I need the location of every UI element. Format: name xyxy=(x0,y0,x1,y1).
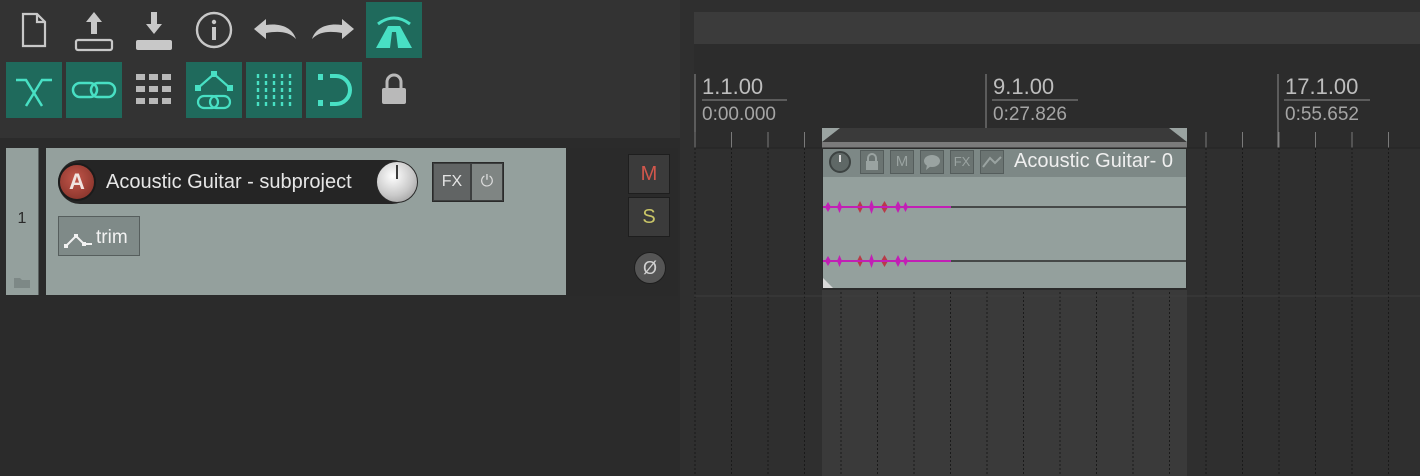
ripple-edit-icon xyxy=(318,74,352,106)
waveform-channel-left xyxy=(823,200,951,214)
ruler-time-label: 0:00.000 xyxy=(702,104,776,125)
track-number: 1 xyxy=(17,210,27,227)
volume-knob-indicator xyxy=(396,165,398,179)
project-info-icon xyxy=(195,11,233,49)
metronome-road-icon xyxy=(376,16,412,48)
grid-view-button[interactable] xyxy=(126,62,182,118)
trim-label: trim xyxy=(96,227,128,248)
auto-crossfade-icon xyxy=(16,78,52,107)
ruler-time-label: 0:55.652 xyxy=(1285,104,1359,125)
phase-invert-button[interactable]: Ø xyxy=(634,252,666,284)
redo-button[interactable] xyxy=(306,2,362,58)
item-grouping-button[interactable] xyxy=(66,62,122,118)
item-notes-icon[interactable] xyxy=(920,150,944,174)
item-mute-icon[interactable]: M xyxy=(890,150,914,174)
folder-icon[interactable] xyxy=(14,276,30,288)
mute-button[interactable]: M xyxy=(628,154,670,194)
metronome-button[interactable] xyxy=(366,2,422,58)
save-project-button[interactable] xyxy=(126,2,182,58)
envelope-icon xyxy=(64,234,92,248)
undo-icon xyxy=(254,19,296,39)
lock-icon xyxy=(382,73,406,104)
redo-icon xyxy=(312,19,354,39)
snap-grid-icon xyxy=(256,74,292,106)
item-fx-icon[interactable]: FX xyxy=(950,150,974,174)
undo-button[interactable] xyxy=(246,2,302,58)
item-envelope-icon[interactable] xyxy=(980,150,1004,174)
ruler-measure-label: 9.1.00 xyxy=(993,74,1055,99)
snap-grid-button[interactable] xyxy=(246,62,302,118)
project-info-button[interactable] xyxy=(186,2,242,58)
envelope-points-icon xyxy=(195,71,233,110)
ruler-time-label: 0:27.826 xyxy=(993,104,1067,125)
solo-button[interactable]: S xyxy=(628,197,670,237)
ruler-measure-label: 1.1.00 xyxy=(702,74,764,99)
new-project-button[interactable] xyxy=(6,2,62,58)
open-project-button[interactable] xyxy=(66,2,122,58)
fx-button[interactable]: FX xyxy=(434,164,470,200)
track-record-arm-button[interactable]: A xyxy=(58,163,96,201)
item-grouping-icon xyxy=(71,81,117,99)
waveform xyxy=(823,200,1186,289)
new-project-icon xyxy=(21,12,47,48)
ruler-measure-label: 17.1.00 xyxy=(1285,74,1359,99)
main-toolbar xyxy=(0,0,680,138)
fx-bypass-button[interactable]: ⏻ xyxy=(472,164,502,200)
item-lock-icon[interactable] xyxy=(860,150,884,174)
media-item-title: Acoustic Guitar- 0 xyxy=(1014,150,1173,172)
waveform-channel-right xyxy=(823,254,951,268)
grid-icon xyxy=(136,74,171,104)
auto-crossfade-button[interactable] xyxy=(6,62,62,118)
ripple-edit-button[interactable] xyxy=(306,62,362,118)
ruler-region-lane[interactable] xyxy=(694,12,1420,44)
save-project-icon xyxy=(136,12,172,50)
open-project-icon xyxy=(74,12,114,52)
lock-button[interactable] xyxy=(366,62,422,118)
envelope-points-button[interactable] xyxy=(186,62,242,118)
clock-icon[interactable] xyxy=(827,150,853,174)
track-name-label: Acoustic Guitar - subproject xyxy=(106,171,352,193)
